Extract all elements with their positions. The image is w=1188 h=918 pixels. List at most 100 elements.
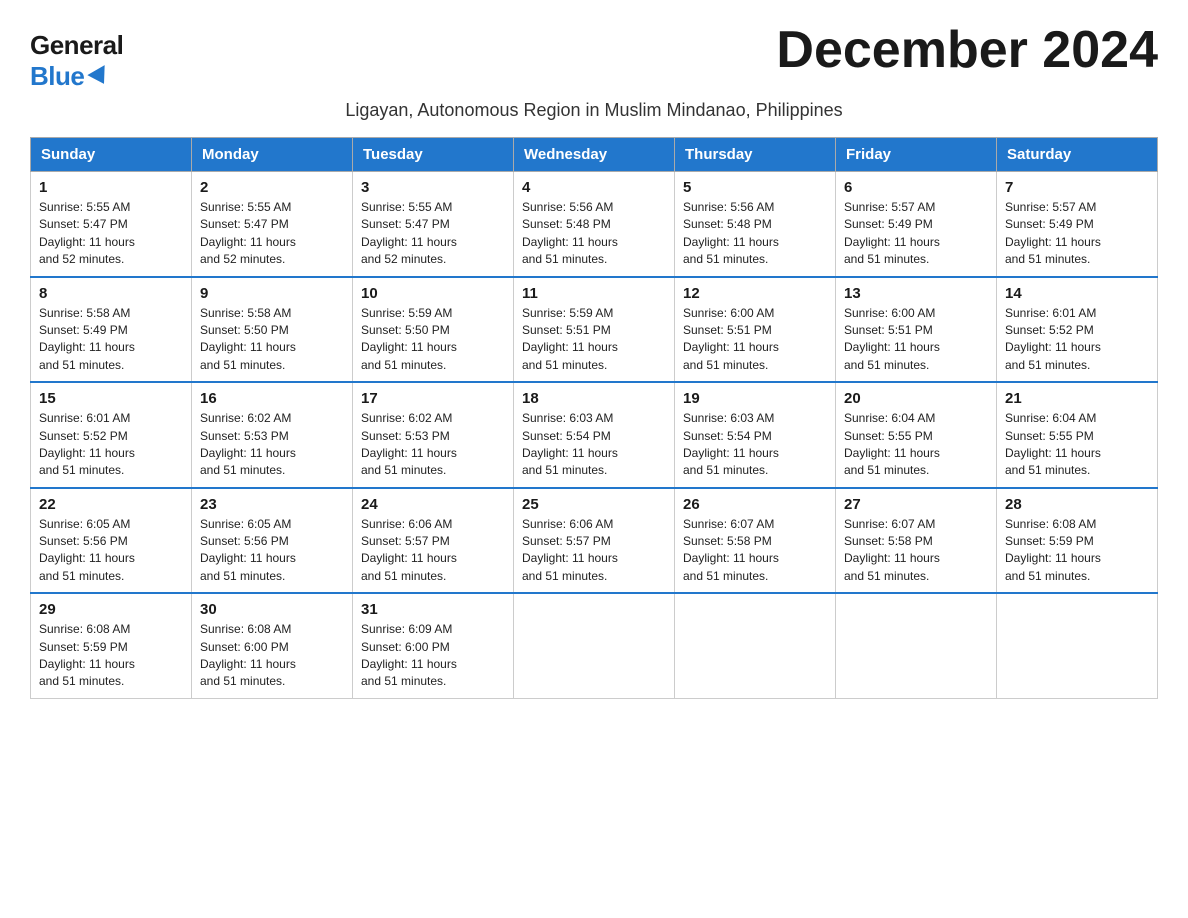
day-info: Sunrise: 6:01 AM Sunset: 5:52 PM Dayligh… <box>1005 305 1149 375</box>
logo-triangle-icon <box>88 65 113 89</box>
day-number: 15 <box>39 390 183 407</box>
calendar-day-cell: 7 Sunrise: 5:57 AM Sunset: 5:49 PM Daylig… <box>997 172 1158 277</box>
day-info: Sunrise: 6:06 AM Sunset: 5:57 PM Dayligh… <box>522 516 666 586</box>
day-info: Sunrise: 5:55 AM Sunset: 5:47 PM Dayligh… <box>39 199 183 269</box>
header-row: SundayMondayTuesdayWednesdayThursdayFrid… <box>31 138 1158 172</box>
day-number: 16 <box>200 390 344 407</box>
calendar-day-cell: 26 Sunrise: 6:07 AM Sunset: 5:58 PM Dayli… <box>675 488 836 594</box>
day-number: 8 <box>39 285 183 302</box>
day-number: 1 <box>39 179 183 196</box>
calendar-table: SundayMondayTuesdayWednesdayThursdayFrid… <box>30 137 1158 699</box>
day-info: Sunrise: 6:08 AM Sunset: 6:00 PM Dayligh… <box>200 621 344 691</box>
day-info: Sunrise: 6:03 AM Sunset: 5:54 PM Dayligh… <box>522 410 666 480</box>
column-header-tuesday: Tuesday <box>353 138 514 172</box>
day-info: Sunrise: 6:07 AM Sunset: 5:58 PM Dayligh… <box>683 516 827 586</box>
day-info: Sunrise: 5:56 AM Sunset: 5:48 PM Dayligh… <box>683 199 827 269</box>
day-info: Sunrise: 6:06 AM Sunset: 5:57 PM Dayligh… <box>361 516 505 586</box>
day-info: Sunrise: 6:09 AM Sunset: 6:00 PM Dayligh… <box>361 621 505 691</box>
column-header-wednesday: Wednesday <box>514 138 675 172</box>
day-info: Sunrise: 6:00 AM Sunset: 5:51 PM Dayligh… <box>683 305 827 375</box>
day-number: 23 <box>200 496 344 513</box>
day-number: 13 <box>844 285 988 302</box>
calendar-day-cell: 28 Sunrise: 6:08 AM Sunset: 5:59 PM Dayli… <box>997 488 1158 594</box>
day-info: Sunrise: 6:04 AM Sunset: 5:55 PM Dayligh… <box>844 410 988 480</box>
column-header-thursday: Thursday <box>675 138 836 172</box>
calendar-day-cell: 29 Sunrise: 6:08 AM Sunset: 5:59 PM Dayli… <box>31 593 192 698</box>
calendar-day-cell: 24 Sunrise: 6:06 AM Sunset: 5:57 PM Dayli… <box>353 488 514 594</box>
day-number: 29 <box>39 601 183 618</box>
day-number: 19 <box>683 390 827 407</box>
day-info: Sunrise: 6:08 AM Sunset: 5:59 PM Dayligh… <box>1005 516 1149 586</box>
calendar-day-cell: 18 Sunrise: 6:03 AM Sunset: 5:54 PM Dayli… <box>514 382 675 488</box>
day-info: Sunrise: 5:59 AM Sunset: 5:51 PM Dayligh… <box>522 305 666 375</box>
calendar-day-cell: 3 Sunrise: 5:55 AM Sunset: 5:47 PM Daylig… <box>353 172 514 277</box>
calendar-day-cell: 20 Sunrise: 6:04 AM Sunset: 5:55 PM Dayli… <box>836 382 997 488</box>
day-info: Sunrise: 5:55 AM Sunset: 5:47 PM Dayligh… <box>361 199 505 269</box>
day-number: 12 <box>683 285 827 302</box>
calendar-day-cell <box>997 593 1158 698</box>
calendar-day-cell: 5Sunrise: 5:56 AM Sunset: 5:48 PM Daylig… <box>675 172 836 277</box>
day-info: Sunrise: 6:02 AM Sunset: 5:53 PM Dayligh… <box>361 410 505 480</box>
calendar-week-row: 8 Sunrise: 5:58 AM Sunset: 5:49 PM Daylig… <box>31 277 1158 383</box>
calendar-day-cell: 23 Sunrise: 6:05 AM Sunset: 5:56 PM Dayli… <box>192 488 353 594</box>
day-info: Sunrise: 5:58 AM Sunset: 5:49 PM Dayligh… <box>39 305 183 375</box>
day-number: 22 <box>39 496 183 513</box>
day-info: Sunrise: 6:02 AM Sunset: 5:53 PM Dayligh… <box>200 410 344 480</box>
day-number: 7 <box>1005 179 1149 196</box>
column-header-monday: Monday <box>192 138 353 172</box>
day-number: 20 <box>844 390 988 407</box>
day-number: 2 <box>200 179 344 196</box>
calendar-day-cell: 27Sunrise: 6:07 AM Sunset: 5:58 PM Dayli… <box>836 488 997 594</box>
calendar-week-row: 22 Sunrise: 6:05 AM Sunset: 5:56 PM Dayli… <box>31 488 1158 594</box>
day-number: 26 <box>683 496 827 513</box>
logo-blue-text: Blue <box>30 61 110 92</box>
day-number: 9 <box>200 285 344 302</box>
day-info: Sunrise: 5:57 AM Sunset: 5:49 PM Dayligh… <box>844 199 988 269</box>
calendar-week-row: 29 Sunrise: 6:08 AM Sunset: 5:59 PM Dayli… <box>31 593 1158 698</box>
day-number: 17 <box>361 390 505 407</box>
calendar-day-cell: 25Sunrise: 6:06 AM Sunset: 5:57 PM Dayli… <box>514 488 675 594</box>
calendar-day-cell: 12 Sunrise: 6:00 AM Sunset: 5:51 PM Dayli… <box>675 277 836 383</box>
day-number: 30 <box>200 601 344 618</box>
day-number: 14 <box>1005 285 1149 302</box>
day-info: Sunrise: 6:00 AM Sunset: 5:51 PM Dayligh… <box>844 305 988 375</box>
calendar-day-cell: 17 Sunrise: 6:02 AM Sunset: 5:53 PM Dayli… <box>353 382 514 488</box>
calendar-day-cell: 4 Sunrise: 5:56 AM Sunset: 5:48 PM Daylig… <box>514 172 675 277</box>
calendar-day-cell: 21Sunrise: 6:04 AM Sunset: 5:55 PM Dayli… <box>997 382 1158 488</box>
day-number: 18 <box>522 390 666 407</box>
day-info: Sunrise: 6:05 AM Sunset: 5:56 PM Dayligh… <box>39 516 183 586</box>
day-info: Sunrise: 6:05 AM Sunset: 5:56 PM Dayligh… <box>200 516 344 586</box>
calendar-day-cell: 6 Sunrise: 5:57 AM Sunset: 5:49 PM Daylig… <box>836 172 997 277</box>
calendar-week-row: 15Sunrise: 6:01 AM Sunset: 5:52 PM Dayli… <box>31 382 1158 488</box>
calendar-day-cell: 30 Sunrise: 6:08 AM Sunset: 6:00 PM Dayli… <box>192 593 353 698</box>
calendar-day-cell: 9 Sunrise: 5:58 AM Sunset: 5:50 PM Daylig… <box>192 277 353 383</box>
calendar-day-cell: 16 Sunrise: 6:02 AM Sunset: 5:53 PM Dayli… <box>192 382 353 488</box>
calendar-day-cell: 2 Sunrise: 5:55 AM Sunset: 5:47 PM Daylig… <box>192 172 353 277</box>
calendar-day-cell <box>675 593 836 698</box>
day-number: 28 <box>1005 496 1149 513</box>
day-info: Sunrise: 5:59 AM Sunset: 5:50 PM Dayligh… <box>361 305 505 375</box>
day-info: Sunrise: 5:56 AM Sunset: 5:48 PM Dayligh… <box>522 199 666 269</box>
day-number: 3 <box>361 179 505 196</box>
calendar-day-cell: 22 Sunrise: 6:05 AM Sunset: 5:56 PM Dayli… <box>31 488 192 594</box>
day-info: Sunrise: 6:07 AM Sunset: 5:58 PM Dayligh… <box>844 516 988 586</box>
calendar-day-cell <box>514 593 675 698</box>
day-number: 10 <box>361 285 505 302</box>
day-number: 31 <box>361 601 505 618</box>
day-number: 6 <box>844 179 988 196</box>
day-number: 4 <box>522 179 666 196</box>
logo: General Blue <box>30 30 123 92</box>
day-info: Sunrise: 5:58 AM Sunset: 5:50 PM Dayligh… <box>200 305 344 375</box>
calendar-week-row: 1 Sunrise: 5:55 AM Sunset: 5:47 PM Daylig… <box>31 172 1158 277</box>
calendar-day-cell: 19 Sunrise: 6:03 AM Sunset: 5:54 PM Dayli… <box>675 382 836 488</box>
column-header-saturday: Saturday <box>997 138 1158 172</box>
day-info: Sunrise: 5:55 AM Sunset: 5:47 PM Dayligh… <box>200 199 344 269</box>
day-info: Sunrise: 6:08 AM Sunset: 5:59 PM Dayligh… <box>39 621 183 691</box>
calendar-day-cell: 11Sunrise: 5:59 AM Sunset: 5:51 PM Dayli… <box>514 277 675 383</box>
calendar-day-cell: 8 Sunrise: 5:58 AM Sunset: 5:49 PM Daylig… <box>31 277 192 383</box>
calendar-day-cell: 31 Sunrise: 6:09 AM Sunset: 6:00 PM Dayli… <box>353 593 514 698</box>
column-header-friday: Friday <box>836 138 997 172</box>
day-info: Sunrise: 5:57 AM Sunset: 5:49 PM Dayligh… <box>1005 199 1149 269</box>
day-info: Sunrise: 6:03 AM Sunset: 5:54 PM Dayligh… <box>683 410 827 480</box>
day-number: 24 <box>361 496 505 513</box>
